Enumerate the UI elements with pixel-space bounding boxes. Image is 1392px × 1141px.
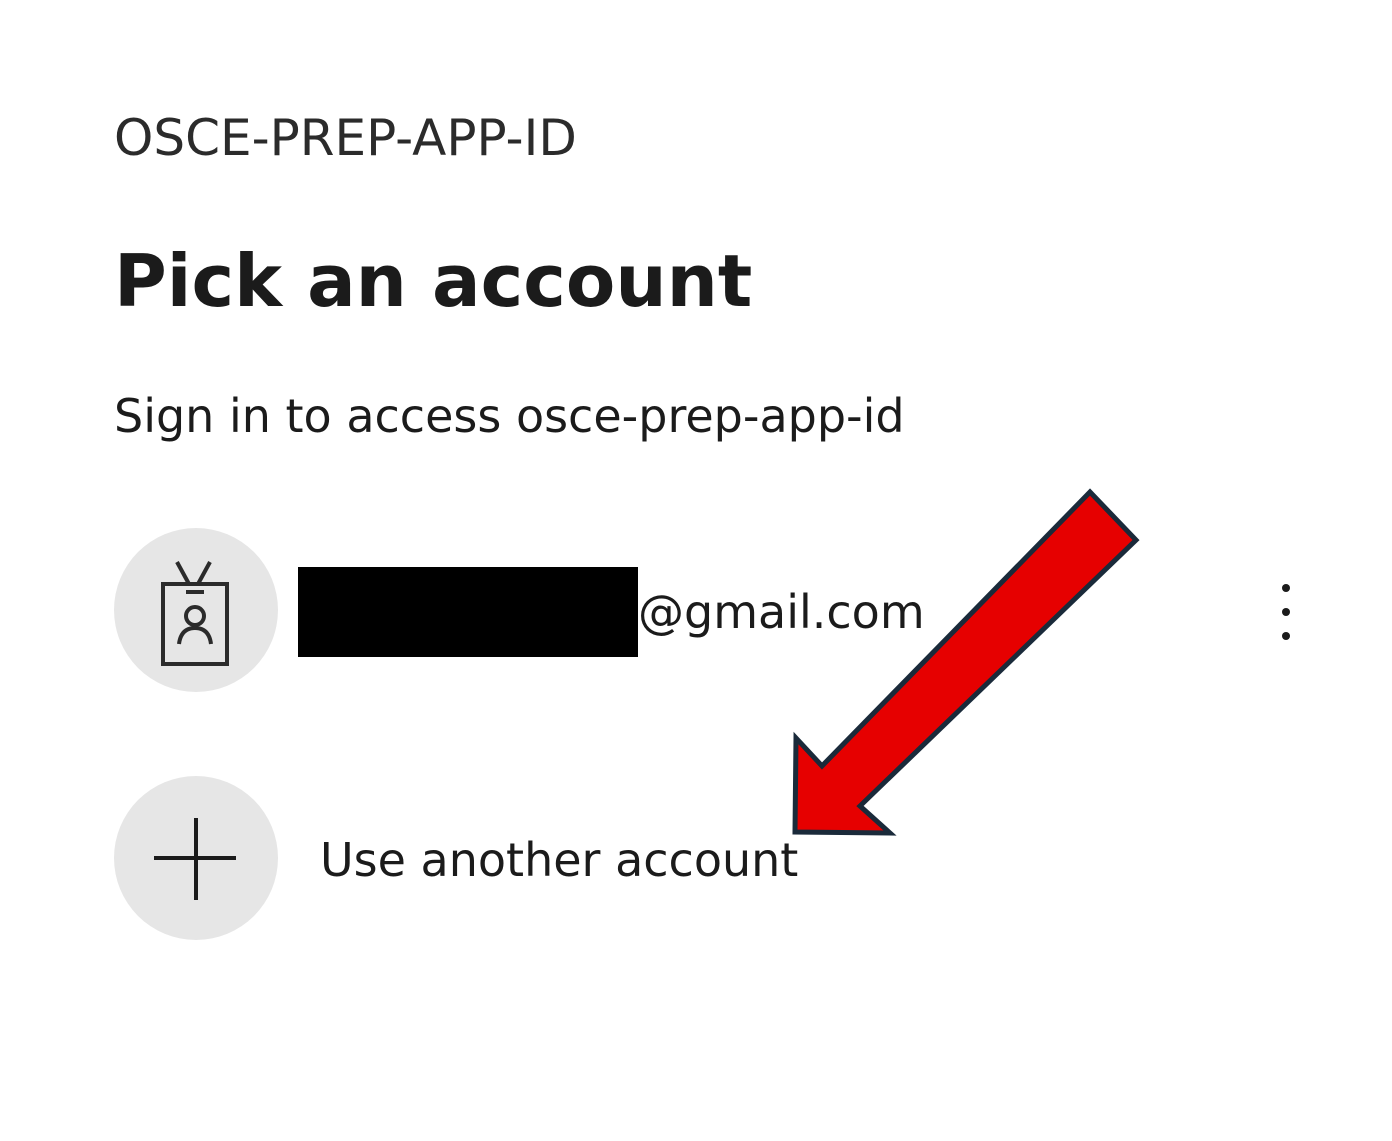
vertical-ellipsis-icon [1282, 584, 1290, 640]
use-another-account-button[interactable]: Use another account [114, 776, 814, 942]
use-another-account-label: Use another account [320, 833, 799, 887]
account-tile[interactable]: @gmail.com [114, 528, 1314, 694]
account-avatar [114, 528, 278, 692]
email-redaction [298, 567, 638, 657]
page-subtitle: Sign in to access osce-prep-app-id [114, 389, 905, 443]
account-email: @gmail.com [298, 566, 925, 658]
app-name: OSCE-PREP-APP-ID [114, 109, 577, 167]
email-domain: @gmail.com [638, 585, 925, 639]
plus-icon [154, 818, 236, 900]
page-title: Pick an account [114, 239, 753, 323]
more-options-button[interactable] [1264, 580, 1308, 650]
id-badge-icon [161, 561, 229, 666]
plus-circle [114, 776, 278, 940]
